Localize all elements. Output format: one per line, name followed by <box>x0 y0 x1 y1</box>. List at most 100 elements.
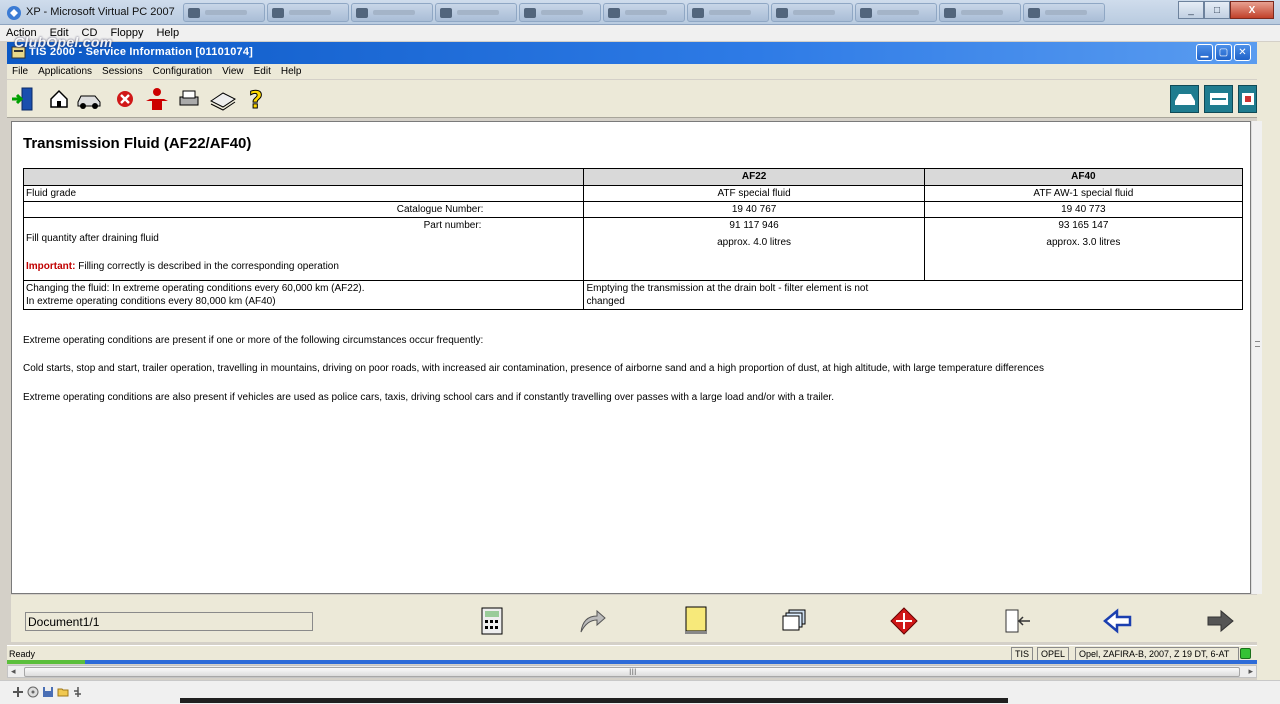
important-text: Filling correctly is described in the co… <box>78 261 339 272</box>
taskbar-thumbnails <box>183 3 1105 22</box>
taskbar-item[interactable] <box>183 3 265 22</box>
af40-part-cell: 93 165 147 approx. 3.0 litres <box>923 217 1244 281</box>
taskbar-item[interactable] <box>603 3 685 22</box>
usb-icon[interactable] <box>72 685 84 697</box>
svg-text:?: ? <box>249 86 263 112</box>
draining-note-cell: Emptying the transmission at the drain b… <box>583 280 1243 310</box>
toolbar: ? <box>7 80 1257 118</box>
scroll-right-icon[interactable]: ▸ <box>1248 666 1253 677</box>
draining-note-line1: Emptying the transmission at the drain b… <box>586 283 869 294</box>
calculator-icon[interactable] <box>475 604 509 638</box>
taskbar-item[interactable] <box>855 3 937 22</box>
taskbar-item[interactable] <box>351 3 433 22</box>
minimize-button[interactable]: _ <box>1178 1 1204 19</box>
documents-icon[interactable] <box>779 604 813 638</box>
taskbar-item[interactable] <box>519 3 601 22</box>
notepad-icon[interactable] <box>679 604 713 638</box>
help-icon[interactable]: ? <box>243 85 271 113</box>
outer-title-bar[interactable]: XP - Microsoft Virtual PC 2007 _ □ X <box>0 0 1280 25</box>
document-viewer: Transmission Fluid (AF22/AF40) AF22 AF40… <box>11 121 1251 594</box>
table-row: Catalogue Number: 19 40 767 19 40 773 <box>22 201 1244 218</box>
table-header-af40: AF40 <box>923 168 1244 186</box>
folder-icon[interactable] <box>57 685 69 697</box>
outer-window-title: XP - Microsoft Virtual PC 2007 <box>26 6 175 18</box>
vertical-scrollbar[interactable] <box>1251 121 1262 594</box>
horizontal-scrollbar[interactable]: ◂ III ▸ <box>7 665 1257 678</box>
status-bar: Ready TIS OPEL Opel, ZAFIRA-B, 2007, Z 1… <box>7 645 1257 661</box>
changing-fluid-line1: Changing the fluid: In extreme operating… <box>26 283 365 294</box>
taskbar-item[interactable] <box>939 3 1021 22</box>
cd-icon[interactable] <box>27 685 39 698</box>
tis-menu-view[interactable]: View <box>217 66 249 77</box>
home-icon[interactable] <box>45 85 73 113</box>
forward-arrow-icon[interactable] <box>1203 604 1237 638</box>
draining-note-line2: changed <box>586 296 625 307</box>
outer-window-controls: _ □ X <box>1178 1 1274 19</box>
exit-icon[interactable] <box>9 85 37 113</box>
af22-part-cell: 91 117 946 approx. 4.0 litres <box>583 217 925 281</box>
navigator-icon[interactable] <box>887 604 921 638</box>
export-icon[interactable] <box>1001 604 1035 638</box>
vehicle-mode-icon[interactable] <box>1170 85 1199 113</box>
stop-icon[interactable] <box>111 85 139 113</box>
tis-menu-bar: File Applications Sessions Configuration… <box>7 64 1257 79</box>
virtual-pc-icon <box>7 6 21 20</box>
network-icon[interactable] <box>12 685 24 697</box>
af40-part-number: 93 165 147 <box>1058 220 1109 231</box>
af40-fluid-grade: ATF AW-1 special fluid <box>923 185 1244 202</box>
taskbar-item[interactable] <box>267 3 349 22</box>
tis-close-button[interactable]: ✕ <box>1234 44 1251 61</box>
scrollbar-grip[interactable] <box>1255 341 1260 347</box>
table-header-empty <box>22 168 585 186</box>
af40-fill-quantity: approx. 3.0 litres <box>1046 237 1121 248</box>
tis-menu-sessions[interactable]: Sessions <box>97 66 148 77</box>
af22-part-number: 91 117 946 <box>729 220 779 231</box>
paragraph-conditions-vehicles: Extreme operating conditions are also pr… <box>23 392 834 403</box>
taskbar-item[interactable] <box>687 3 769 22</box>
fluid-grade-label: Fluid grade <box>22 185 585 202</box>
service-mode-icon[interactable] <box>1238 85 1257 113</box>
changing-fluid-cell: Changing the fluid: In extreme operating… <box>22 280 585 310</box>
taskbar-item[interactable] <box>771 3 853 22</box>
taskbar-item[interactable] <box>435 3 517 22</box>
scroll-left-icon[interactable]: ◂ <box>11 666 16 677</box>
paragraph-conditions-list: Cold starts, stop and start, trailer ope… <box>23 363 1044 374</box>
status-mode: TIS <box>1011 647 1034 661</box>
tis-menu-configuration[interactable]: Configuration <box>148 66 217 77</box>
progress-strip-segment <box>7 660 85 664</box>
redo-arrow-icon[interactable] <box>575 604 609 638</box>
maximize-button[interactable]: □ <box>1204 1 1230 19</box>
catalogue-icon[interactable] <box>209 85 237 113</box>
tis-minimize-button[interactable]: ▁ <box>1196 44 1213 61</box>
back-arrow-icon[interactable] <box>1101 604 1135 638</box>
tis-menu-applications[interactable]: Applications <box>33 66 97 77</box>
person-icon[interactable] <box>143 85 171 113</box>
tis-menu-help[interactable]: Help <box>276 66 307 77</box>
print-icon[interactable] <box>175 85 203 113</box>
table-row: Changing the fluid: In extreme operating… <box>22 280 1243 310</box>
tis-menu-edit[interactable]: Edit <box>249 66 276 77</box>
screen: XP - Microsoft Virtual PC 2007 _ □ X Act… <box>0 0 1280 704</box>
document-counter: Document1/1 <box>25 612 313 631</box>
af22-fluid-grade: ATF special fluid <box>583 185 925 202</box>
diagnosis-mode-icon[interactable] <box>1204 85 1233 113</box>
paragraph-conditions-intro: Extreme operating conditions are present… <box>23 335 484 346</box>
tis-maximize-button[interactable]: ▢ <box>1215 44 1232 61</box>
tis-title-bar[interactable]: TIS 2000 - Service Information [01101074… <box>7 42 1257 64</box>
status-brand: OPEL <box>1037 647 1070 661</box>
menu-help[interactable]: Help <box>150 27 186 39</box>
catalogue-number-label: Catalogue Number: <box>22 201 585 218</box>
table-row: Fluid grade ATF special fluid ATF AW-1 s… <box>22 185 1244 202</box>
close-button[interactable]: X <box>1230 1 1274 19</box>
af22-catalogue-number: 19 40 767 <box>583 201 925 218</box>
vehicle-icon[interactable] <box>75 85 103 113</box>
taskbar-edge <box>180 698 1008 703</box>
tis-menu-file[interactable]: File <box>7 66 33 77</box>
taskbar-item[interactable] <box>1023 3 1105 22</box>
fill-quantity-label: Fill quantity after draining fluid <box>26 233 159 244</box>
floppy-icon[interactable] <box>42 685 54 697</box>
scroll-grip: III <box>629 667 637 677</box>
horizontal-scroll-thumb[interactable]: III <box>24 667 1240 677</box>
part-number-label: Part number: <box>423 220 482 231</box>
fluid-spec-table: AF22 AF40 Fluid grade ATF special fluid … <box>22 168 1244 310</box>
